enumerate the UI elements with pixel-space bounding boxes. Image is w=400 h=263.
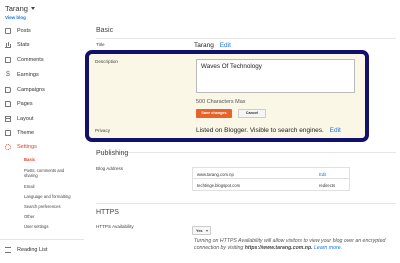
settings-subitem-language[interactable]: Language and formatting bbox=[24, 194, 71, 199]
sidebar-item-label: Comments bbox=[17, 57, 44, 63]
char-limit-text: 500 Characters Max bbox=[196, 99, 246, 105]
blog-name: Tarang bbox=[5, 4, 28, 13]
section-title-https: HTTPS bbox=[96, 209, 119, 216]
description-input[interactable]: Waves Of Technology bbox=[196, 59, 355, 93]
settings-subitem-basic[interactable]: Basic bbox=[24, 157, 35, 162]
sidebar-item-earnings[interactable]: $ Earnings bbox=[5, 70, 39, 80]
settings-subitem-search[interactable]: Search preferences bbox=[24, 204, 61, 209]
sidebar-item-label: Posts bbox=[17, 28, 31, 34]
blog-address-edit-link[interactable]: Edit bbox=[319, 172, 326, 177]
sidebar-item-label: Layout bbox=[17, 116, 34, 122]
stats-icon bbox=[5, 42, 11, 48]
caret-down-icon bbox=[30, 7, 35, 10]
sidebar-item-stats[interactable]: Stats bbox=[5, 40, 30, 50]
earnings-icon: $ bbox=[6, 71, 10, 78]
title-value-row: Tarang Edit bbox=[194, 42, 231, 49]
settings-subitem-posts-comments[interactable]: Posts, comments and sharing bbox=[24, 168, 78, 178]
settings-subitem-other[interactable]: Other bbox=[24, 214, 34, 219]
blog-address-status: redirects bbox=[319, 183, 336, 188]
save-changes-button[interactable]: Save changes bbox=[196, 109, 232, 118]
privacy-edit-link[interactable]: Edit bbox=[330, 127, 341, 134]
table-row: techtinge.blogspot.com redirects bbox=[192, 179, 350, 191]
sidebar-item-reading-list[interactable]: Reading List bbox=[5, 245, 48, 255]
sidebar-item-settings[interactable]: Settings bbox=[5, 142, 37, 152]
blog-address-label: Blog Address bbox=[96, 166, 124, 171]
section-divider bbox=[96, 38, 396, 39]
blog-address: techtinge.blogspot.com bbox=[197, 183, 241, 188]
https-url: https://www.tarang.com.np. bbox=[244, 245, 313, 251]
theme-icon bbox=[5, 130, 11, 136]
https-availability-value: Yes bbox=[196, 229, 203, 233]
pages-icon bbox=[5, 101, 11, 107]
section-divider bbox=[96, 152, 396, 153]
section-title-basic: Basic bbox=[96, 27, 114, 34]
https-help-text: Turning on HTTPS Availability will allow… bbox=[194, 238, 400, 252]
sidebar-item-layout[interactable]: Layout bbox=[5, 114, 34, 124]
privacy-value: Listed on Blogger. Visible to search eng… bbox=[196, 127, 324, 134]
title-value: Tarang bbox=[194, 42, 214, 49]
sidebar-item-campaigns[interactable]: Campaigns bbox=[5, 85, 45, 95]
https-availability-label: HTTPS Availability bbox=[96, 224, 134, 229]
privacy-value-row: Listed on Blogger. Visible to search eng… bbox=[196, 127, 341, 134]
settings-subitem-email[interactable]: Email bbox=[24, 184, 34, 189]
sidebar-item-label: Earnings bbox=[17, 72, 39, 78]
description-label: Description bbox=[95, 59, 118, 64]
title-edit-link[interactable]: Edit bbox=[220, 42, 231, 49]
sidebar-item-label: Reading List bbox=[17, 247, 48, 253]
settings-icon bbox=[5, 144, 11, 150]
sidebar-item-label: Stats bbox=[17, 42, 30, 48]
sidebar-item-pages[interactable]: Pages bbox=[5, 99, 33, 109]
chevron-down-icon bbox=[206, 230, 208, 232]
layout-icon bbox=[5, 116, 11, 122]
description-edit-panel: Description Waves Of Technology 500 Char… bbox=[85, 50, 369, 142]
posts-icon bbox=[5, 28, 11, 34]
view-blog-link[interactable]: View blog bbox=[5, 15, 26, 20]
section-divider bbox=[96, 203, 396, 204]
sidebar-item-label: Pages bbox=[17, 101, 33, 107]
sidebar-divider bbox=[0, 239, 84, 240]
learn-more-link[interactable]: Learn more. bbox=[314, 245, 342, 251]
cancel-button[interactable]: Cancel bbox=[238, 109, 266, 118]
table-row: www.tarang.com.np Edit bbox=[192, 167, 350, 179]
blog-switcher[interactable]: Tarang bbox=[5, 4, 35, 13]
section-title-publishing: Publishing bbox=[96, 150, 129, 157]
sidebar-item-label: Settings bbox=[17, 144, 37, 150]
settings-subitem-user-settings[interactable]: User settings bbox=[24, 224, 48, 229]
title-label: Title bbox=[96, 42, 105, 47]
sidebar-item-posts[interactable]: Posts bbox=[5, 26, 31, 36]
sidebar-item-theme[interactable]: Theme bbox=[5, 128, 34, 138]
blog-address: www.tarang.com.np bbox=[197, 172, 234, 177]
sidebar: Tarang View blog Posts Stats Comments $ … bbox=[0, 0, 84, 263]
privacy-label: Privacy bbox=[95, 128, 111, 133]
sidebar-item-comments[interactable]: Comments bbox=[5, 55, 44, 65]
campaigns-icon bbox=[5, 87, 11, 93]
comments-icon bbox=[5, 57, 11, 63]
sidebar-item-label: Theme bbox=[17, 130, 35, 136]
sidebar-item-label: Campaigns bbox=[17, 87, 45, 93]
reading-list-icon bbox=[5, 247, 11, 253]
https-availability-select[interactable]: Yes bbox=[192, 226, 211, 235]
